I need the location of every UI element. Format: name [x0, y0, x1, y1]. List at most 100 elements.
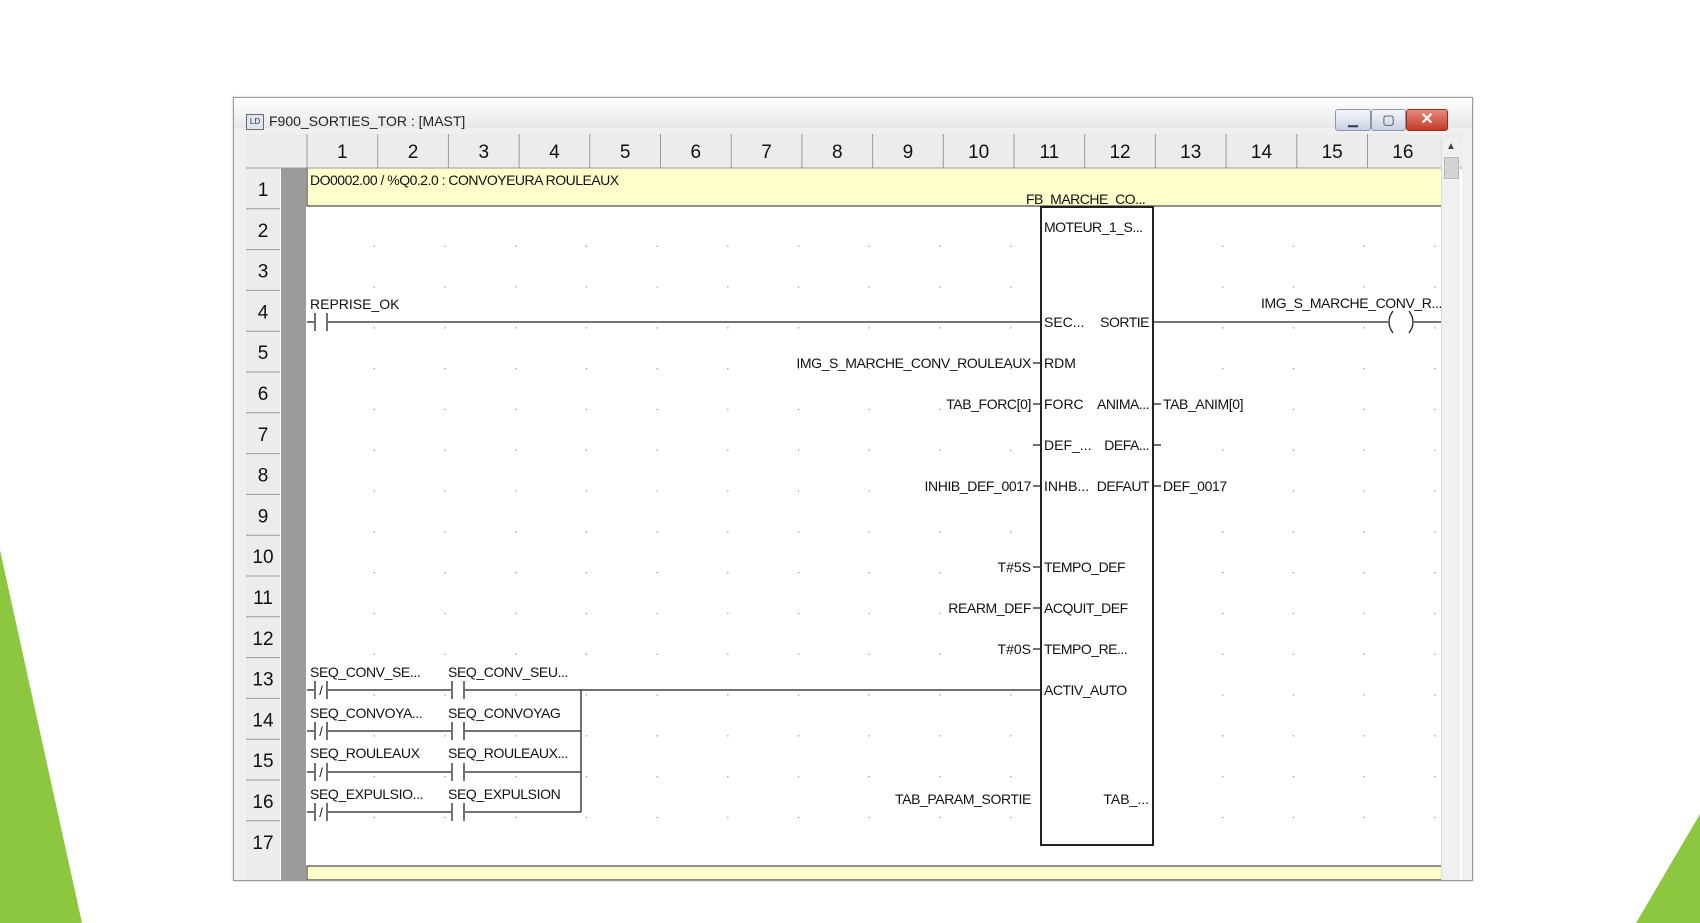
rung-comment: DO0002.00 / %Q0.2.0 : CONVOYEURA ROULEAU…	[310, 172, 620, 188]
normally-open-contact[interactable]	[451, 763, 465, 781]
fb-input-acquit-def: ACQUIT_DEF	[1044, 600, 1128, 616]
contact-gap	[451, 764, 465, 780]
row-header[interactable]: 16	[252, 792, 273, 813]
column-header[interactable]: 5	[620, 142, 631, 163]
grid-dot	[1222, 694, 1224, 696]
grid-dot	[1222, 245, 1224, 247]
grid-dot	[727, 816, 729, 819]
grid-dot	[585, 816, 588, 819]
var-forc: TAB_FORC[0]	[946, 396, 1031, 412]
grid-dot	[868, 327, 870, 329]
column-header[interactable]: 8	[832, 142, 843, 163]
column-header[interactable]: 9	[903, 142, 914, 163]
grid-dot	[1434, 245, 1436, 247]
row-header[interactable]: 9	[258, 506, 269, 527]
grid-dot	[1292, 653, 1295, 655]
close-button[interactable]: ✕	[1406, 109, 1448, 131]
column-header[interactable]: 2	[408, 142, 419, 163]
grid-dot	[1222, 327, 1224, 329]
grid-dot	[515, 816, 517, 819]
column-header[interactable]: 6	[691, 142, 702, 163]
row-header[interactable]: 7	[258, 425, 269, 446]
scrollbar-thumb[interactable]	[1444, 157, 1459, 179]
normally-open-contact[interactable]	[451, 803, 465, 821]
column-header[interactable]: 4	[549, 142, 560, 163]
window-titlebar[interactable]: LD F900_SORTIES_TOR : [MAST] ▁ ▢ ✕	[234, 98, 1472, 131]
row-header[interactable]: 11	[253, 588, 273, 609]
grid-dot	[585, 572, 588, 574]
close-icon: ✕	[1420, 111, 1434, 128]
grid-dot	[1363, 327, 1365, 329]
minimize-button[interactable]: ▁	[1335, 109, 1371, 131]
scroll-up-icon[interactable]: ▲	[1442, 138, 1460, 156]
grid-dot	[1292, 572, 1295, 574]
grid-dot	[656, 368, 658, 370]
normally-open-contact[interactable]	[451, 681, 465, 699]
minimize-icon: ▁	[1348, 112, 1358, 127]
negated-contact[interactable]: /	[314, 681, 328, 699]
negated-contact[interactable]: /	[314, 722, 328, 740]
column-header[interactable]: 12	[1109, 142, 1130, 163]
grid-dot	[797, 735, 800, 737]
grid-dot	[1292, 245, 1295, 247]
row-header[interactable]: 10	[252, 547, 273, 568]
negated-contact[interactable]: /	[314, 803, 328, 821]
grid-dot	[868, 735, 870, 737]
grid-dot	[1292, 449, 1295, 451]
row-header[interactable]: 1	[258, 180, 269, 201]
grid-dot	[1010, 286, 1012, 288]
row-header[interactable]: 17	[252, 833, 273, 854]
row-header[interactable]: 14	[252, 710, 274, 731]
row-header[interactable]: 6	[258, 384, 269, 405]
vertical-scrollbar[interactable]: ▲	[1441, 138, 1460, 880]
maximize-button[interactable]: ▢	[1371, 109, 1406, 131]
normally-open-contact[interactable]	[451, 722, 465, 740]
contact-reprise-ok[interactable]	[314, 313, 328, 331]
var-inhb: INHIB_DEF_0017	[925, 478, 1032, 494]
ladder-editor-window: LD F900_SORTIES_TOR : [MAST] ▁ ▢ ✕ 12345…	[233, 97, 1473, 881]
column-header[interactable]: 1	[337, 142, 348, 163]
fb-input-tempo-re: TEMPO_RE...	[1044, 641, 1127, 657]
row-header[interactable]: 13	[252, 670, 273, 691]
grid-dot	[656, 816, 658, 819]
row-header[interactable]: 15	[252, 751, 273, 772]
green-triangle-right	[1636, 814, 1700, 923]
grid-dot	[444, 776, 446, 778]
fb-output-defa: DEFA...	[1104, 437, 1149, 453]
row-header[interactable]: 4	[258, 302, 269, 323]
column-header[interactable]: 14	[1251, 142, 1273, 163]
grid-dot	[1434, 286, 1436, 288]
column-header[interactable]: 15	[1322, 142, 1343, 163]
grid-dot	[1434, 368, 1436, 370]
negated-contact[interactable]: /	[314, 763, 328, 781]
grid-dot	[1434, 694, 1436, 696]
grid-dot	[1434, 776, 1436, 778]
negation-slash: /	[319, 683, 323, 698]
column-header[interactable]: 11	[1039, 142, 1059, 163]
grid-dot	[1010, 816, 1012, 819]
ladder-grid[interactable]: 1 2 3 4 5 6 7 8 9 10 11 12 13 14 15 16 1 2 3 4 5 6 7 8 9 10 11 12 1…	[246, 134, 1462, 880]
column-header[interactable]: 10	[968, 142, 989, 163]
row-header[interactable]: 3	[258, 262, 269, 283]
var-tempo-def: T#5S	[998, 559, 1031, 575]
column-header[interactable]: 16	[1392, 142, 1413, 163]
row-header[interactable]: 2	[258, 221, 269, 242]
var-defaut: DEF_0017	[1163, 478, 1227, 494]
grid-dot	[868, 612, 870, 615]
row-header[interactable]: 12	[252, 629, 273, 650]
column-header[interactable]: 13	[1180, 142, 1201, 163]
grid-dot	[656, 449, 658, 451]
row-header[interactable]: 8	[258, 466, 269, 487]
grid-dot	[939, 653, 941, 655]
grid-dot	[1363, 490, 1365, 492]
column-header[interactable]: 7	[761, 142, 772, 163]
output-coil[interactable]	[1388, 310, 1414, 334]
grid-dot	[515, 612, 517, 615]
row-header[interactable]: 5	[258, 343, 269, 364]
contact-label-r16a: SEQ_EXPULSIO...	[310, 786, 423, 802]
function-block[interactable]	[1040, 206, 1154, 846]
grid-dot	[585, 776, 588, 778]
column-header[interactable]: 3	[478, 142, 489, 163]
fb-output-defaut: DEFAUT	[1097, 478, 1150, 494]
grid-dot	[373, 327, 375, 329]
